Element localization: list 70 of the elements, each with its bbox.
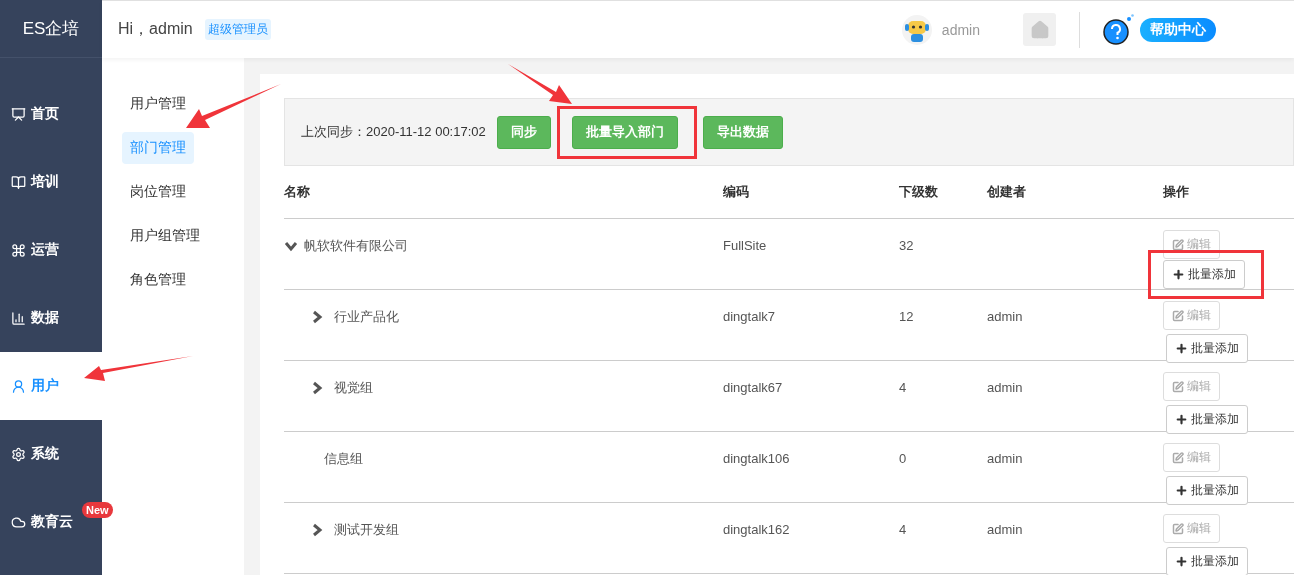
plus-icon (1172, 268, 1185, 281)
nav-item[interactable]: 数据 (0, 284, 102, 352)
department-name: 测试开发组 (333, 521, 399, 539)
annotation-arrow (508, 64, 572, 104)
table-cell-text: admin (987, 379, 1024, 395)
nav-item[interactable]: 教育云 (0, 488, 80, 556)
table-cell-text: 32 (899, 237, 915, 253)
edit-icon (1172, 380, 1184, 393)
table-cell-text: FullSite (723, 237, 768, 253)
chart-monitor-icon (11, 106, 26, 122)
submenu-item[interactable]: 岗位管理 (122, 176, 194, 208)
table-cell-text: 12 (899, 308, 915, 324)
batch-add-button[interactable]: 批量添加 (1163, 260, 1245, 289)
edit-icon (1172, 238, 1184, 251)
sync-time: 上次同步：2020-11-12 00:17:02 (301, 123, 486, 141)
submenu-item[interactable]: 角色管理 (122, 264, 194, 296)
column-header: 名称 (284, 183, 311, 201)
department-name: 行业产品化 (333, 308, 399, 326)
table-cell-text: 0 (899, 450, 908, 466)
batch-add-button[interactable]: 批量添加 (1166, 405, 1248, 434)
new-badge: New (82, 502, 113, 518)
table-cell-text: admin (987, 308, 1024, 324)
submenu-item[interactable]: 用户组管理 (122, 220, 208, 252)
table-cell-text: admin (987, 521, 1024, 537)
home-icon (1029, 19, 1050, 40)
submenu-item[interactable]: 用户管理 (122, 88, 194, 120)
table-cell-text: dingtalk106 (723, 450, 791, 466)
book-icon (11, 174, 26, 190)
plus-icon (1175, 484, 1188, 497)
table-cell-text: dingtalk67 (723, 379, 784, 395)
bar-chart-icon (11, 310, 26, 326)
user-name: admin (941, 21, 980, 38)
batch-add-button[interactable]: 批量添加 (1166, 334, 1248, 363)
table-cell-text: dingtalk162 (723, 521, 791, 537)
nav-item[interactable]: 首页 (0, 80, 102, 148)
command-icon (11, 242, 26, 258)
chevron-right-icon[interactable] (310, 310, 324, 324)
nav-item[interactable]: 运营 (0, 216, 102, 284)
column-header: 操作 (1163, 183, 1190, 201)
table-cell-text: dingtalk7 (723, 308, 777, 324)
chevron-right-icon[interactable] (310, 523, 324, 537)
edit-icon (1172, 309, 1184, 322)
edit-icon (1172, 451, 1184, 464)
plus-icon (1175, 342, 1188, 355)
table-cell-text: 4 (899, 521, 908, 537)
column-header: 编码 (723, 183, 750, 201)
nav-item[interactable]: 系统 (0, 420, 102, 488)
table-cell-text: admin (987, 450, 1024, 466)
help-icon[interactable] (1102, 13, 1134, 46)
batch-add-button[interactable]: 批量添加 (1166, 547, 1248, 575)
column-header: 下级数 (899, 183, 939, 201)
edit-icon (1172, 522, 1184, 535)
nav-item[interactable]: 培训 (0, 148, 102, 216)
settings-icon (11, 446, 26, 462)
plus-icon (1175, 413, 1188, 426)
greeting: Hi，admin (118, 19, 193, 39)
table-cell-text: 4 (899, 379, 908, 395)
department-name: 信息组 (323, 450, 363, 468)
role-badge: 超级管理员 (204, 19, 271, 40)
department-name: 视觉组 (333, 379, 373, 397)
cloud-icon (11, 514, 26, 530)
chevron-right-icon[interactable] (310, 381, 324, 395)
chevron-down-icon[interactable] (284, 239, 298, 253)
brand-logo: ES企培 (0, 0, 102, 58)
user-icon (11, 378, 26, 394)
department-name: 帆软软件有限公司 (304, 237, 408, 255)
plus-icon (1175, 555, 1188, 568)
column-header: 创建者 (987, 183, 1027, 201)
robot-avatar-icon (901, 14, 932, 45)
batch-add-button[interactable]: 批量添加 (1166, 476, 1248, 505)
